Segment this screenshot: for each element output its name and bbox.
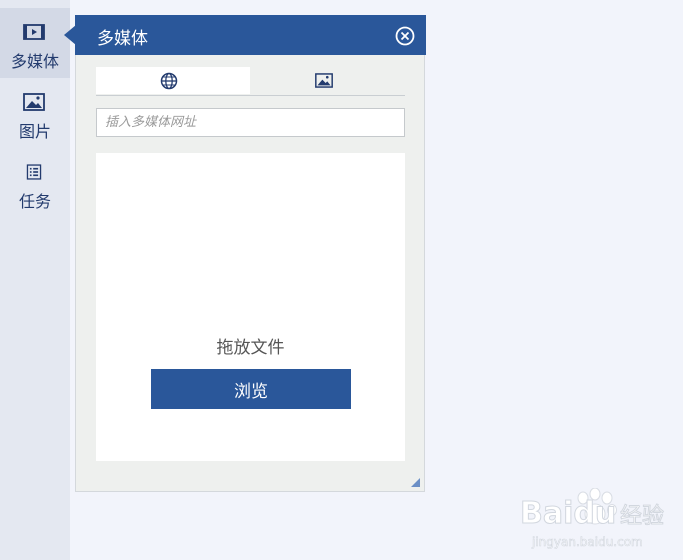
watermark-cn: 经验 bbox=[620, 504, 664, 529]
watermark-brand: Baidu bbox=[520, 496, 616, 531]
baidu-jingyan-watermark: Baidu 经验 jingyan.baidu.com bbox=[520, 488, 665, 549]
image-icon bbox=[23, 93, 45, 111]
resize-handle[interactable] bbox=[411, 478, 420, 487]
panel-title: 多媒体 bbox=[97, 29, 148, 49]
source-tabs bbox=[96, 67, 405, 96]
drop-files-label: 拖放文件 bbox=[216, 338, 285, 358]
multimedia-url-input[interactable] bbox=[96, 108, 405, 137]
sidebar-item-tasks[interactable]: 任务 bbox=[0, 148, 70, 218]
tab-image-file[interactable] bbox=[251, 67, 405, 94]
sidebar-item-multimedia[interactable]: 多媒体 bbox=[0, 8, 70, 78]
tab-web-url[interactable] bbox=[96, 67, 250, 94]
multimedia-panel: 多媒体 拖放文件 浏览 bbox=[75, 15, 426, 492]
tabs-divider bbox=[96, 95, 405, 96]
panel-header: 多媒体 bbox=[75, 15, 426, 55]
file-drop-zone[interactable]: 拖放文件 浏览 bbox=[96, 153, 405, 461]
task-list-icon bbox=[26, 164, 42, 180]
sidebar-item-image[interactable]: 图片 bbox=[0, 78, 70, 148]
close-icon[interactable] bbox=[394, 25, 416, 47]
browse-button[interactable]: 浏览 bbox=[151, 369, 351, 409]
sidebar: 多媒体 图片 任务 bbox=[0, 0, 70, 560]
watermark-url: jingyan.baidu.com bbox=[531, 535, 643, 549]
sidebar-item-label: 多媒体 bbox=[10, 52, 59, 71]
sidebar-item-label: 图片 bbox=[18, 122, 51, 141]
sidebar-item-label: 任务 bbox=[18, 192, 51, 211]
image-icon bbox=[315, 73, 333, 88]
video-icon bbox=[23, 24, 45, 40]
globe-icon bbox=[160, 72, 178, 90]
